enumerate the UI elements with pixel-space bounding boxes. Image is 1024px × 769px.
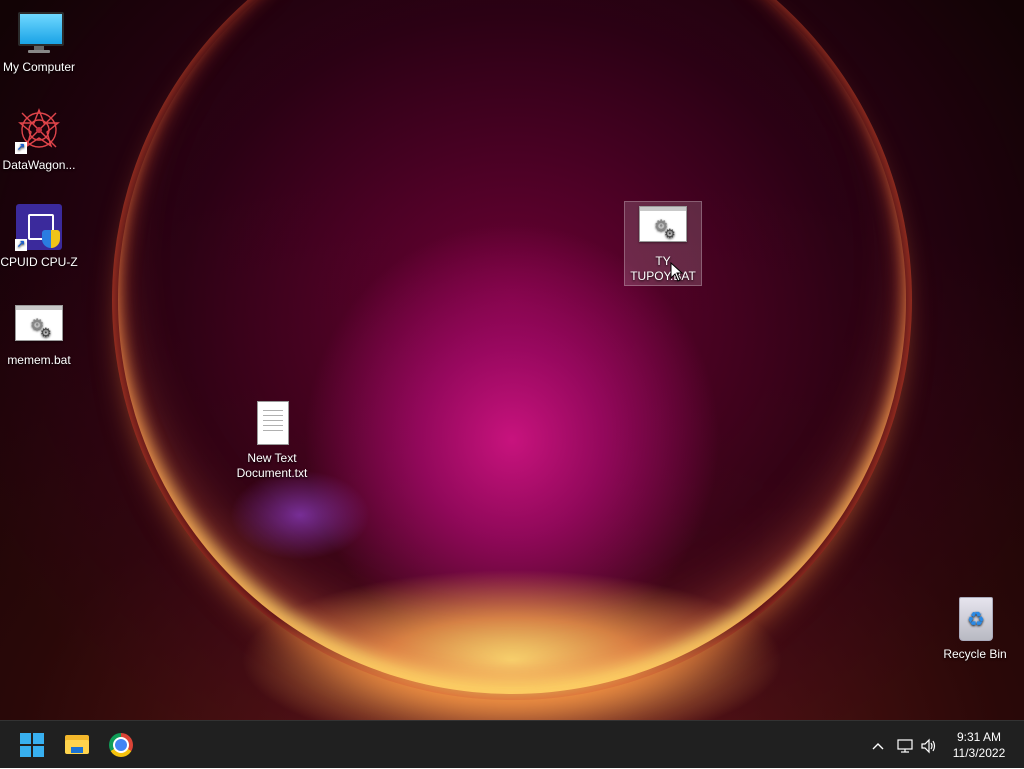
cpuz-icon: ↗ <box>15 203 63 251</box>
text-document-icon <box>248 399 296 447</box>
start-button[interactable] <box>12 725 52 765</box>
volume-icon <box>921 738 936 754</box>
network-button[interactable] <box>894 721 916 769</box>
wallpaper-glow-purple <box>230 470 370 560</box>
clock-date: 11/3/2022 <box>952 746 1006 760</box>
desktop-icon-ty-tupoy-bat[interactable]: ⚙ ⚙ TY TUPOY.BAT <box>624 201 702 286</box>
desktop-icon-my-computer[interactable]: My Computer <box>0 8 78 75</box>
desktop-icon-label: New Text Document.txt <box>236 451 308 480</box>
shortcut-arrow-icon: ↗ <box>15 239 27 251</box>
chrome-button[interactable] <box>101 725 141 765</box>
shortcut-arrow-icon: ↗ <box>15 142 27 154</box>
desktop-icon-datawagon[interactable]: ↗ DataWagon... <box>0 106 78 173</box>
bat-file-icon: ⚙ ⚙ <box>639 202 687 250</box>
wallpaper-bloom-ring <box>112 0 912 700</box>
volume-button[interactable] <box>918 721 940 769</box>
clock-time: 9:31 AM <box>956 730 1002 744</box>
taskbar: 9:31 AM 11/3/2022 <box>0 720 1024 768</box>
desktop-icon-label: My Computer <box>2 60 76 74</box>
start-windows-icon <box>20 733 44 757</box>
desktop-icon-label: TY TUPOY.BAT <box>630 254 696 283</box>
desktop-icon-recycle-bin[interactable]: ♻ Recycle Bin <box>936 595 1014 662</box>
chevron-up-icon <box>872 743 884 750</box>
desktop-icon-new-text-document[interactable]: New Text Document.txt <box>233 399 311 481</box>
chrome-icon <box>109 733 133 757</box>
desktop-icon-label: DataWagon... <box>2 158 76 172</box>
desktop-icon-memem-bat[interactable]: ⚙ ⚙ memem.bat <box>0 301 78 368</box>
datawagon-icon: ↗ <box>15 106 63 154</box>
desktop-icon-cpuz[interactable]: ↗ CPUID CPU-Z <box>0 203 78 270</box>
recycle-bin-icon: ♻ <box>951 595 999 643</box>
monitor-icon <box>15 8 64 56</box>
desktop-icon-label: Recycle Bin <box>943 647 1007 661</box>
desktop[interactable]: My Computer ↗ DataWagon... ↗ CPUID CPU-Z… <box>0 0 1024 720</box>
file-explorer-button[interactable] <box>57 725 97 765</box>
show-hidden-icons-button[interactable] <box>866 721 890 769</box>
desktop-icon-label: memem.bat <box>7 353 71 367</box>
bat-file-icon: ⚙ ⚙ <box>15 301 63 349</box>
wallpaper-bloom-sides <box>112 0 912 700</box>
network-icon <box>897 739 913 753</box>
desktop-icon-label: CPUID CPU-Z <box>0 255 78 269</box>
taskbar-clock[interactable]: 9:31 AM 11/3/2022 <box>944 729 1014 761</box>
